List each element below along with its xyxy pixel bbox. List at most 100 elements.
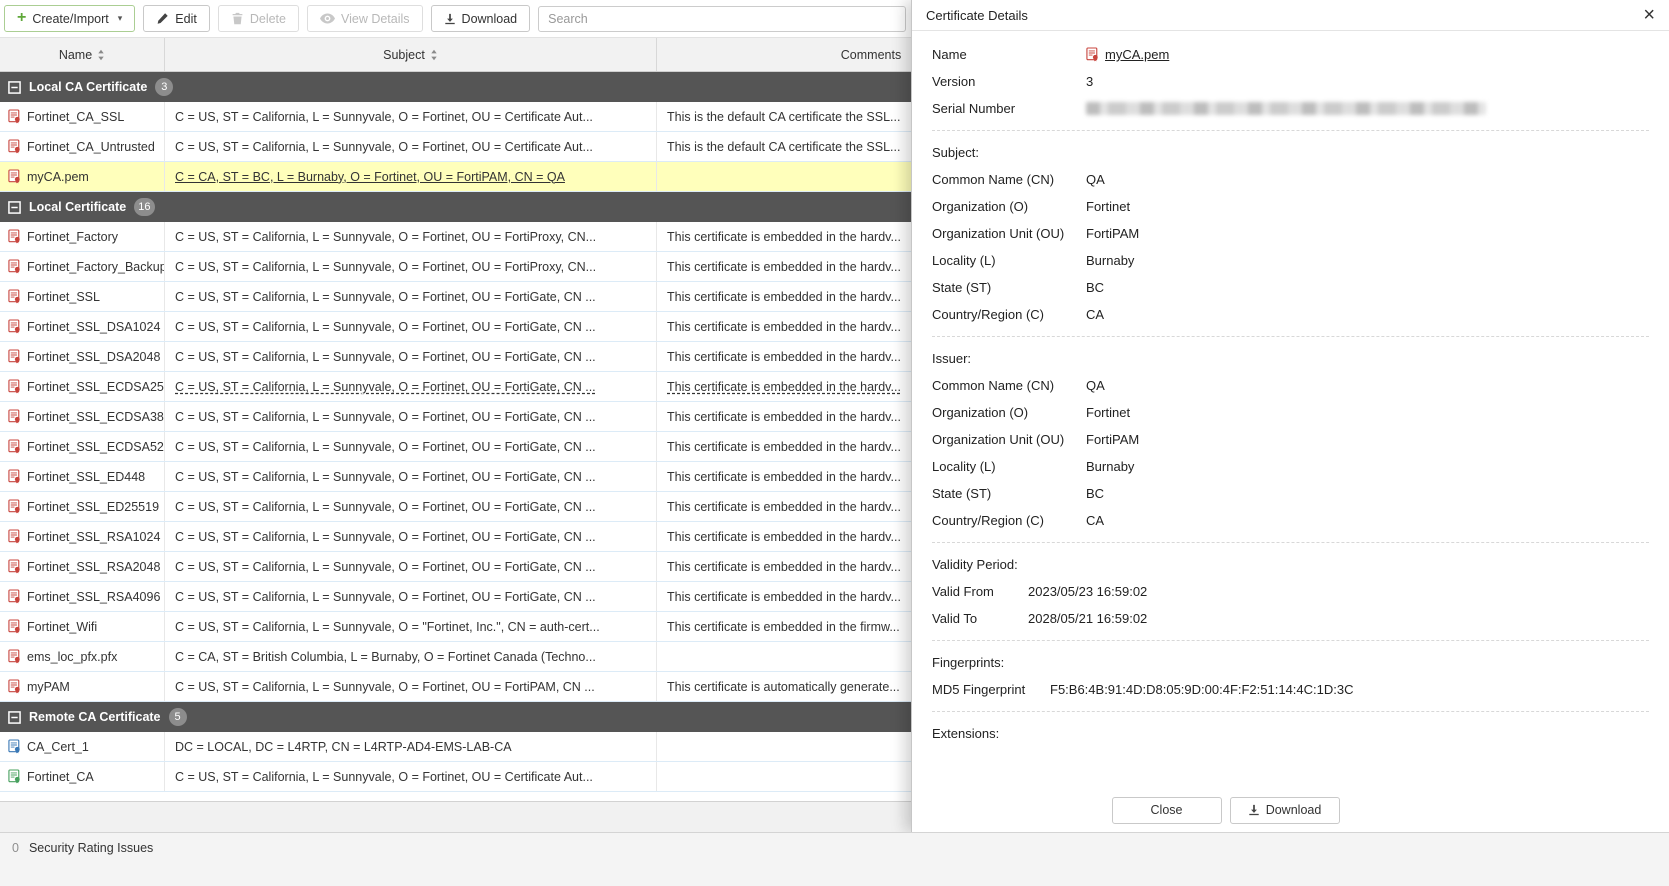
cell-subject: C = US, ST = California, L = Sunnyvale, … — [165, 552, 657, 581]
detail-row: Organization Unit (OU)FortiPAM — [932, 220, 1669, 247]
group-count-badge: 5 — [169, 708, 187, 726]
group-label: Remote CA Certificate — [29, 710, 161, 724]
certificate-name: Fortinet_SSL — [27, 290, 100, 304]
group-label: Local Certificate — [29, 200, 126, 214]
certificate-subject: C = US, ST = California, L = Sunnyvale, … — [175, 350, 596, 364]
section-divider — [932, 711, 1649, 712]
create-import-button[interactable]: + Create/Import ▾ — [4, 5, 135, 32]
detail-value: Fortinet — [1086, 199, 1130, 214]
certificate-icon — [8, 529, 21, 544]
detail-row: Organization (O)Fortinet — [932, 399, 1669, 426]
cell-subject: C = US, ST = California, L = Sunnyvale, … — [165, 612, 657, 641]
close-button-label: Close — [1151, 803, 1183, 817]
detail-value: 2028/05/21 16:59:02 — [1028, 611, 1147, 626]
cell-subject: C = US, ST = California, L = Sunnyvale, … — [165, 342, 657, 371]
cell-name: Fortinet_SSL_RSA1024 — [0, 522, 165, 551]
certificate-subject: C = US, ST = California, L = Sunnyvale, … — [175, 590, 596, 604]
cell-name: Fortinet_CA_SSL — [0, 102, 165, 131]
certificate-icon — [8, 259, 21, 274]
collapse-icon[interactable] — [8, 201, 21, 214]
search-input[interactable] — [538, 6, 906, 32]
certificate-comments: This certificate is embedded in the hard… — [667, 260, 901, 274]
validity-section: Valid From2023/05/23 16:59:02Valid To202… — [932, 578, 1669, 632]
panel-title: Certificate Details — [926, 8, 1028, 23]
certificate-icon — [8, 769, 21, 784]
view-details-button[interactable]: View Details — [307, 5, 423, 32]
certificate-name: Fortinet_SSL_RSA4096 — [27, 590, 160, 604]
certificate-subject: DC = LOCAL, DC = L4RTP, CN = L4RTP-AD4-E… — [175, 740, 512, 754]
certificate-comments: This is the default CA certificate the S… — [667, 140, 900, 154]
panel-body: Name myCA.pem Version 3 Serial Number Su… — [912, 31, 1669, 788]
version-value: 3 — [1086, 74, 1093, 89]
eye-icon — [320, 13, 335, 24]
certificate-subject: C = US, ST = California, L = Sunnyvale, … — [175, 410, 596, 424]
detail-label: Locality (L) — [932, 459, 1086, 474]
close-button[interactable]: Close — [1112, 797, 1222, 824]
close-icon[interactable]: × — [1643, 5, 1655, 25]
certificate-name: Fortinet_SSL_ECDSA384 — [27, 410, 165, 424]
delete-button[interactable]: Delete — [218, 5, 299, 32]
cell-subject: C = US, ST = California, L = Sunnyvale, … — [165, 402, 657, 431]
certificate-name: myPAM — [27, 680, 70, 694]
security-rating-footer[interactable]: 0 Security Rating Issues — [0, 832, 1669, 886]
cell-subject: C = US, ST = California, L = Sunnyvale, … — [165, 312, 657, 341]
certificate-icon — [8, 619, 21, 634]
detail-row: State (ST)BC — [932, 274, 1669, 301]
security-rating-count: 0 — [12, 841, 19, 855]
column-header-name-label: Name — [59, 48, 92, 62]
certificate-subject: C = US, ST = California, L = Sunnyvale, … — [175, 560, 596, 574]
cell-subject: C = US, ST = California, L = Sunnyvale, … — [165, 582, 657, 611]
certificate-icon — [8, 409, 21, 424]
cell-name: Fortinet_Wifi — [0, 612, 165, 641]
cell-name: Fortinet_Factory_Backup — [0, 252, 165, 281]
delete-label: Delete — [250, 12, 286, 26]
detail-value: QA — [1086, 378, 1105, 393]
collapse-icon[interactable] — [8, 711, 21, 724]
column-header-subject[interactable]: Subject — [165, 38, 657, 71]
certificate-icon — [8, 499, 21, 514]
detail-value: Fortinet — [1086, 405, 1130, 420]
certificate-comments: This certificate is embedded in the hard… — [667, 290, 901, 304]
cell-name: Fortinet_SSL_ECDSA521 — [0, 432, 165, 461]
certificate-icon — [8, 319, 21, 334]
group-count-badge: 16 — [134, 198, 154, 216]
detail-label: Valid From — [932, 584, 1028, 599]
certificate-comments: This certificate is embedded in the hard… — [667, 560, 901, 574]
certificate-name: Fortinet_CA — [27, 770, 94, 784]
certificate-icon — [8, 289, 21, 304]
download-label: Download — [462, 12, 518, 26]
cell-name: Fortinet_CA_Untrusted — [0, 132, 165, 161]
extensions-section-title: Extensions: — [932, 720, 1669, 747]
certificate-subject: C = US, ST = California, L = Sunnyvale, … — [175, 620, 600, 634]
certificate-name-value[interactable]: myCA.pem — [1105, 47, 1169, 62]
detail-value: Burnaby — [1086, 253, 1134, 268]
detail-value: 2023/05/23 16:59:02 — [1028, 584, 1147, 599]
certificate-name: Fortinet_SSL_ECDSA256 — [27, 380, 165, 394]
group-count-badge: 3 — [155, 78, 173, 96]
detail-row: Locality (L)Burnaby — [932, 247, 1669, 274]
certificate-name: CA_Cert_1 — [27, 740, 89, 754]
column-header-name[interactable]: Name — [0, 38, 165, 71]
certificate-icon — [8, 349, 21, 364]
panel-download-button[interactable]: Download — [1230, 797, 1340, 824]
detail-row: Valid From2023/05/23 16:59:02 — [932, 578, 1669, 605]
panel-download-label: Download — [1266, 803, 1322, 817]
detail-row: Organization (O)Fortinet — [932, 193, 1669, 220]
detail-label: Locality (L) — [932, 253, 1086, 268]
cell-subject: C = US, ST = California, L = Sunnyvale, … — [165, 132, 657, 161]
edit-button[interactable]: Edit — [143, 5, 210, 32]
detail-label: Common Name (CN) — [932, 378, 1086, 393]
cell-subject: C = CA, ST = British Columbia, L = Burna… — [165, 642, 657, 671]
certificate-subject: C = US, ST = California, L = Sunnyvale, … — [175, 530, 596, 544]
certificate-name: Fortinet_SSL_DSA2048 — [27, 350, 160, 364]
cell-subject: C = US, ST = California, L = Sunnyvale, … — [165, 522, 657, 551]
download-button[interactable]: Download — [431, 5, 531, 32]
cell-subject: C = US, ST = California, L = Sunnyvale, … — [165, 372, 657, 401]
certificate-subject: C = US, ST = California, L = Sunnyvale, … — [175, 500, 596, 514]
certificate-comments: This certificate is embedded in the hard… — [667, 590, 901, 604]
detail-value: CA — [1086, 307, 1104, 322]
certificate-name: Fortinet_Wifi — [27, 620, 97, 634]
sort-icon — [97, 49, 105, 61]
certificate-comments: This certificate is automatically genera… — [667, 680, 900, 694]
collapse-icon[interactable] — [8, 81, 21, 94]
